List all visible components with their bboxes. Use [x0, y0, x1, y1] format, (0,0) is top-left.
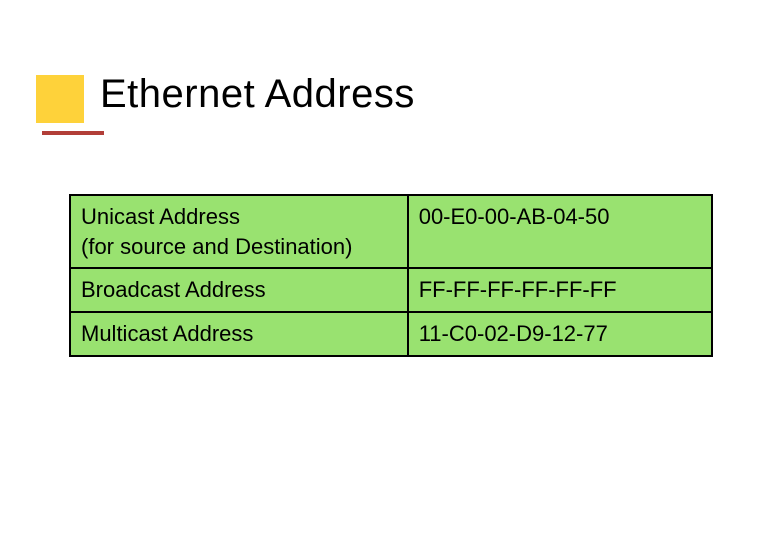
- cell-label: Multicast Address: [70, 312, 408, 356]
- cell-value: 11-C0-02-D9-12-77: [408, 312, 712, 356]
- slide: Ethernet Address Unicast Address (for so…: [0, 0, 780, 540]
- table-row: Multicast Address 11-C0-02-D9-12-77: [70, 312, 712, 356]
- table-row: Unicast Address (for source and Destinat…: [70, 195, 712, 268]
- address-table: Unicast Address (for source and Destinat…: [69, 194, 713, 357]
- cell-value: 00-E0-00-AB-04-50: [408, 195, 712, 268]
- table-row: Broadcast Address FF-FF-FF-FF-FF-FF: [70, 268, 712, 312]
- title-underline: [42, 131, 104, 135]
- cell-value: FF-FF-FF-FF-FF-FF: [408, 268, 712, 312]
- cell-label: Broadcast Address: [70, 268, 408, 312]
- cell-label: Unicast Address (for source and Destinat…: [70, 195, 408, 268]
- title-bullet-square: [36, 75, 84, 123]
- cell-label-line1: Unicast Address: [81, 204, 240, 229]
- page-title: Ethernet Address: [100, 72, 415, 117]
- cell-label-line2: (for source and Destination): [81, 234, 352, 259]
